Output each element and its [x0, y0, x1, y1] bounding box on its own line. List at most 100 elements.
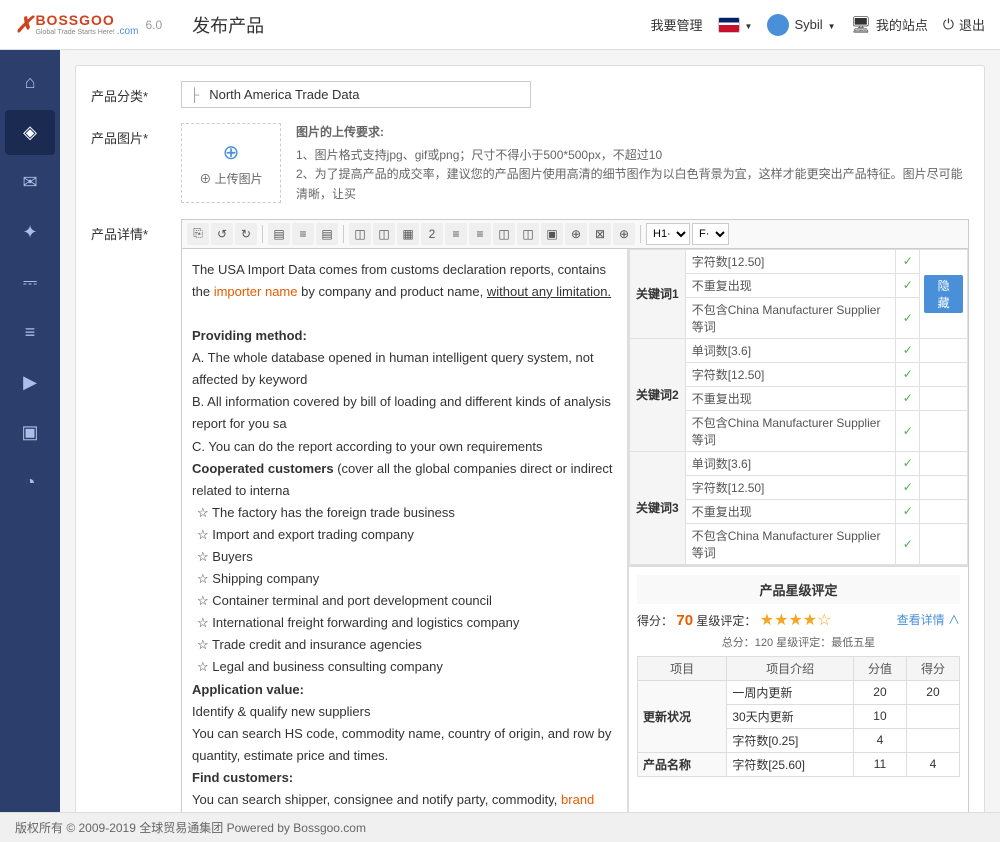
my-site-btn[interactable]: 🖥 我的站点	[851, 15, 928, 35]
product-image-label: 产品图片*	[91, 123, 181, 147]
toolbar-heading-select[interactable]: H1·H2H3	[646, 223, 690, 245]
toolbar-list-btn[interactable]: ≡	[445, 223, 467, 245]
toolbar-special-btn[interactable]: ⊠	[589, 223, 611, 245]
prodname-row-score: 11	[853, 752, 906, 776]
sidebar-item-learning[interactable]: ⎓	[5, 260, 55, 305]
toolbar-2-btn[interactable]: 2	[421, 223, 443, 245]
rating-table: 项目 项目介绍 分值 得分 更新状况	[637, 656, 960, 777]
editor-app-val: Identify & qualify new suppliers	[192, 701, 617, 723]
col-score: 分值	[853, 656, 906, 680]
toolbar-align-left-btn[interactable]: ▤	[268, 223, 290, 245]
sidebar-item-home[interactable]: ⌂	[5, 60, 55, 105]
sidebar-item-product[interactable]: ◈	[5, 110, 55, 155]
avatar	[767, 14, 789, 36]
sidebar-item-video[interactable]: ▶	[5, 360, 55, 405]
editor-find-cust: You can search shipper, consignee and no…	[192, 789, 617, 812]
kw3-row4-val: 不包含China Manufacturer Supplier等词	[685, 523, 896, 564]
update-row1-name: 一周内更新	[727, 680, 854, 704]
graduation-icon: ⎓	[23, 272, 37, 293]
toolbar-align-center-btn[interactable]: ≡	[292, 223, 314, 245]
category-input[interactable]: ├ North America Trade Data	[181, 81, 531, 108]
layout: ⌂ ◈ ✉ ✦ ⎓ ≡ ▶ ▣ ◔ 产品分类*	[0, 50, 1000, 812]
editor-area[interactable]: The USA Import Data comes from customs d…	[182, 249, 628, 812]
toolbar-font-select[interactable]: F·	[692, 223, 729, 245]
product-image-row: 产品图片* ⊕ ⊕ 上传图片 图片的上传要求: 1、图片格式支持jpg、gif或…	[91, 123, 969, 204]
sidebar-item-gallery[interactable]: ▣	[5, 410, 55, 455]
editor-toolbar: ⎘ ↺ ↻ ▤ ≡ ▤ ◫ ◫ ▦ 2 ≡ ≡ ◫	[181, 219, 969, 248]
editor-heading-4: Find customers:	[192, 767, 617, 789]
manage-btn[interactable]: 我要管理	[651, 15, 703, 34]
right-panel: 关键词1 字符数[12.50] ✓ 隐藏 不	[628, 249, 968, 812]
update-row1-score: 20	[853, 680, 906, 704]
toolbar-link-btn[interactable]: ⊕	[565, 223, 587, 245]
toolbar-media-btn[interactable]: ◫	[493, 223, 515, 245]
kw1-row1-check: ✓	[896, 249, 920, 273]
toolbar-image-btn[interactable]: ▣	[541, 223, 563, 245]
rating-section: 产品星级评定 得分： 70 星级评定： ★★★★☆	[629, 566, 968, 785]
product-detail-label: 产品详情*	[91, 219, 181, 243]
hide-button[interactable]: 隐藏	[924, 275, 963, 313]
mail-icon: ✉	[22, 172, 37, 193]
toolbar-arrow-btn[interactable]: ⊕	[613, 223, 635, 245]
sidebar-item-clock[interactable]: ◔	[5, 460, 55, 505]
toolbar-table-btn[interactable]: ▦	[397, 223, 419, 245]
kw1-row1-val: 字符数[12.50]	[685, 249, 896, 273]
kw2-row2-check: ✓	[896, 362, 920, 386]
toolbar-undo-btn[interactable]: ↺	[211, 223, 233, 245]
rating-detail-link[interactable]: 查看详情 ∧	[897, 611, 960, 628]
category-arrow-icon: ├	[190, 87, 199, 102]
rating-detail-label: 查看详情	[897, 613, 945, 627]
kw3-row1-val: 单词数[3.6]	[685, 451, 896, 475]
rating-row-prodname: 产品名称 字符数[25.60] 11 4	[638, 752, 960, 776]
upload-requirements: 图片的上传要求: 1、图片格式支持jpg、gif或png；尺寸不得小于500*5…	[296, 123, 969, 204]
editor-content: The USA Import Data comes from customs d…	[192, 259, 617, 812]
update-row2-got	[906, 704, 959, 728]
toolbar-copy-btn[interactable]: ⎘	[187, 223, 209, 245]
main-content: 产品分类* ├ North America Trade Data 产品图片* ⊕…	[60, 50, 1000, 812]
rating-table-header: 项目 项目介绍 分值 得分	[638, 656, 960, 680]
sidebar-item-network[interactable]: ✦	[5, 210, 55, 255]
toolbar-outdent-btn[interactable]: ◫	[373, 223, 395, 245]
rating-row-update-1: 更新状况 一周内更新 20 20	[638, 680, 960, 704]
toolbar-ol-btn[interactable]: ≡	[469, 223, 491, 245]
kw2-row2-val: 字符数[12.50]	[685, 362, 896, 386]
kw3-row4-check: ✓	[896, 523, 920, 564]
rating-level-label: 星级评定：	[696, 614, 756, 628]
editor-app-val2: You can search HS code, commodity name, …	[192, 723, 617, 767]
kw2-row3-val: 不重复出现	[685, 386, 896, 410]
kw3-row1-check: ✓	[896, 451, 920, 475]
logo-bossgoo: BOSSGOO Global Trade Starts Here! .com	[35, 13, 138, 37]
col-desc: 项目介绍	[727, 656, 854, 680]
logout-btn[interactable]: ⏻ 退出	[943, 15, 985, 34]
toolbar-redo-btn[interactable]: ↻	[235, 223, 257, 245]
kw2-row1-val: 单词数[3.6]	[685, 338, 896, 362]
update-row3-name: 字符数[0.25]	[727, 728, 854, 752]
page-title: 发布产品	[192, 12, 264, 38]
user-menu[interactable]: Sybil	[767, 14, 835, 36]
user-name: Sybil	[794, 17, 822, 32]
toolbar-indent-btn[interactable]: ◫	[349, 223, 371, 245]
logo-x: ✗	[15, 12, 33, 38]
editor-heading-1: Providing method:	[192, 325, 617, 347]
flag-icon	[718, 17, 740, 33]
rating-stars: ★★★★☆	[760, 612, 832, 629]
clock-icon: ◔	[25, 472, 36, 493]
product-image-content: ⊕ ⊕ 上传图片 图片的上传要求: 1、图片格式支持jpg、gif或png；尺寸…	[181, 123, 969, 204]
form-section: 产品分类* ├ North America Trade Data 产品图片* ⊕…	[75, 65, 985, 812]
editor-with-panel: The USA Import Data comes from customs d…	[181, 248, 969, 812]
user-chevron-icon	[828, 17, 836, 32]
sidebar-item-list[interactable]: ≡	[5, 310, 55, 355]
logout-label: 退出	[959, 15, 985, 34]
manage-btn-label: 我要管理	[651, 15, 703, 34]
kw3-row3-check: ✓	[896, 499, 920, 523]
video-icon: ▶	[23, 372, 37, 393]
list-item: Buyers	[197, 546, 617, 568]
toolbar-align-right-btn[interactable]: ▤	[316, 223, 338, 245]
language-selector[interactable]	[718, 17, 753, 33]
upload-button[interactable]: ⊕ ⊕ 上传图片	[181, 123, 281, 203]
exit-icon: ⏻	[943, 16, 954, 33]
sidebar-item-mail[interactable]: ✉	[5, 160, 55, 205]
rating-score-row: 得分： 70 星级评定： ★★★★☆ 查看详情 ∧	[637, 610, 960, 630]
logo-version: 6.0	[145, 18, 162, 32]
toolbar-insert-btn[interactable]: ◫	[517, 223, 539, 245]
